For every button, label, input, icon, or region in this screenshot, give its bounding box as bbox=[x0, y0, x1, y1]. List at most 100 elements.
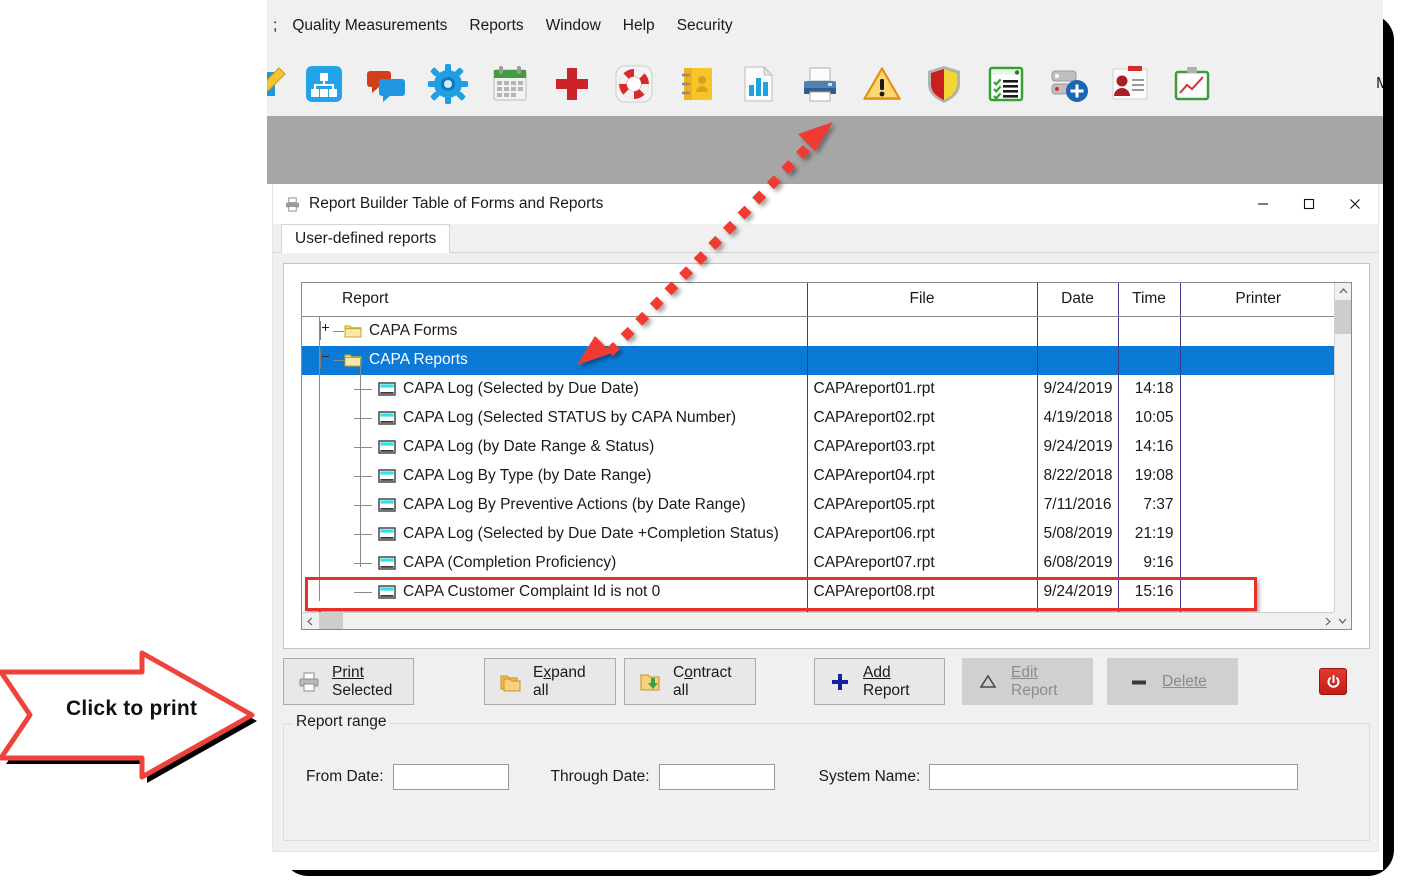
add-report-button[interactable]: Add Report bbox=[814, 658, 945, 705]
gear-icon[interactable] bbox=[417, 56, 479, 112]
lifebuoy-icon[interactable] bbox=[603, 56, 665, 112]
scroll-left-arrow[interactable] bbox=[302, 613, 319, 630]
table-header-row: Report File Date Time Printer bbox=[302, 283, 1336, 316]
toolbar-right-clipped-label: M bbox=[1376, 75, 1383, 93]
dialog-title-bar[interactable]: Report Builder Table of Forms and Report… bbox=[273, 184, 1378, 224]
cell-file bbox=[807, 346, 1037, 375]
contract-all-line2: all bbox=[673, 682, 689, 699]
system-name-input[interactable] bbox=[929, 764, 1298, 790]
cell-date bbox=[1037, 316, 1118, 346]
scroll-up-arrow[interactable] bbox=[1335, 283, 1352, 300]
menu-item-security[interactable]: Security bbox=[666, 15, 744, 37]
column-header-file[interactable]: File bbox=[807, 283, 1037, 316]
print-selected-line1: Print bbox=[332, 664, 364, 681]
cell-time: 15:16 bbox=[1118, 578, 1180, 607]
menu-item-window[interactable]: Window bbox=[535, 15, 612, 37]
close-button[interactable] bbox=[1332, 184, 1378, 224]
table-row[interactable]: CAPA Log By Preventive Actions (by Date … bbox=[302, 491, 1336, 520]
table-row[interactable]: CAPA Customer Complaint Id is not 0CAPAr… bbox=[302, 578, 1336, 607]
add-report-line1: Add bbox=[863, 664, 891, 681]
cell-report: CAPA Log By Preventive Actions (by Date … bbox=[302, 491, 807, 520]
menu-item-quality-measurements[interactable]: Quality Measurements bbox=[281, 15, 458, 37]
menu-item-reports[interactable]: Reports bbox=[458, 15, 534, 37]
table-row[interactable]: CAPA Log (by Date Range & Status)CAPArep… bbox=[302, 433, 1336, 462]
cell-date: 4/19/2018 bbox=[1037, 404, 1118, 433]
edit-report-button[interactable]: Edit Report bbox=[962, 658, 1093, 705]
from-date-input[interactable] bbox=[393, 764, 509, 790]
edit-pencil-icon[interactable] bbox=[267, 56, 293, 112]
column-header-date[interactable]: Date bbox=[1037, 283, 1118, 316]
cell-report: CAPA Log (by Date Range & Status) bbox=[302, 433, 807, 462]
scroll-down-arrow[interactable] bbox=[1334, 612, 1351, 629]
reports-grid-panel: Report File Date Time Printer CAPA Forms… bbox=[283, 263, 1370, 649]
notebook-contacts-icon[interactable] bbox=[665, 56, 727, 112]
cell-file: CAPAreport06.rpt bbox=[807, 520, 1037, 549]
trend-clipboard-icon[interactable] bbox=[1161, 56, 1223, 112]
delete-button[interactable]: Delete bbox=[1107, 658, 1238, 705]
cell-date bbox=[1037, 346, 1118, 375]
table-row[interactable]: CAPA Log (Selected STATUS by CAPA Number… bbox=[302, 404, 1336, 433]
tree-trunk-line bbox=[319, 316, 320, 601]
calendar-icon[interactable] bbox=[479, 56, 541, 112]
triangle-icon bbox=[975, 672, 1001, 692]
cell-report: CAPA Customer Complaint Id is not 0 bbox=[302, 578, 807, 607]
warning-triangle-icon[interactable] bbox=[851, 56, 913, 112]
column-header-report[interactable]: Report bbox=[302, 283, 807, 316]
print-selected-button[interactable]: Print Selected bbox=[283, 658, 414, 705]
cell-file: CAPAreport02.rpt bbox=[807, 404, 1037, 433]
column-header-printer[interactable]: Printer bbox=[1180, 283, 1336, 316]
tab-user-defined-reports[interactable]: User-defined reports bbox=[281, 224, 450, 253]
contract-all-button[interactable]: Contract all bbox=[624, 658, 756, 705]
cell-report: CAPA (Completion Proficiency) bbox=[302, 549, 807, 578]
org-chart-icon[interactable] bbox=[293, 56, 355, 112]
row-label: CAPA Log By Type (by Date Range) bbox=[403, 467, 651, 485]
table-row[interactable]: CAPA Log (Selected by Due Date)CAPArepor… bbox=[302, 375, 1336, 404]
cell-report: CAPA Reports bbox=[302, 346, 807, 375]
menu-item-clipped[interactable]: ; bbox=[271, 15, 281, 37]
table-row[interactable]: CAPA Forms bbox=[302, 316, 1336, 346]
table-row[interactable]: CAPA Log (Selected by Due Date +Completi… bbox=[302, 520, 1336, 549]
bar-chart-document-icon[interactable] bbox=[727, 56, 789, 112]
table-row[interactable]: CAPA (Completion Proficiency)CAPAreport0… bbox=[302, 549, 1336, 578]
shield-icon[interactable] bbox=[913, 56, 975, 112]
folder-icon bbox=[344, 324, 362, 338]
add-report-line2: Report bbox=[863, 682, 910, 699]
cell-file: CAPAreport01.rpt bbox=[807, 375, 1037, 404]
folders-open-icon bbox=[497, 671, 523, 693]
cell-printer bbox=[1180, 491, 1336, 520]
vertical-scroll-thumb[interactable] bbox=[1335, 300, 1352, 334]
add-plus-icon[interactable] bbox=[541, 56, 603, 112]
contract-all-accel: o bbox=[684, 664, 693, 681]
column-header-time[interactable]: Time bbox=[1118, 283, 1180, 316]
chat-bubbles-icon[interactable] bbox=[355, 56, 417, 112]
user-card-icon[interactable] bbox=[1099, 56, 1161, 112]
folder-collapse-icon bbox=[637, 671, 663, 693]
checklist-icon[interactable] bbox=[975, 56, 1037, 112]
table-row[interactable]: CAPA Log By Type (by Date Range)CAPArepo… bbox=[302, 462, 1336, 491]
cell-printer bbox=[1180, 462, 1336, 491]
row-label: CAPA (Completion Proficiency) bbox=[403, 554, 616, 572]
database-add-icon[interactable] bbox=[1037, 56, 1099, 112]
menu-item-help[interactable]: Help bbox=[612, 15, 666, 37]
expand-all-line2: all bbox=[533, 682, 549, 699]
power-icon[interactable] bbox=[1319, 668, 1347, 695]
horizontal-scroll-thumb[interactable] bbox=[319, 613, 343, 630]
cell-time: 9:16 bbox=[1118, 549, 1180, 578]
horizontal-scrollbar[interactable] bbox=[302, 612, 1336, 629]
report-icon bbox=[378, 585, 396, 599]
maximize-button[interactable] bbox=[1286, 184, 1332, 224]
expand-all-button[interactable]: Expand all bbox=[484, 658, 616, 705]
minimize-button[interactable] bbox=[1240, 184, 1286, 224]
cell-date: 8/22/2018 bbox=[1037, 462, 1118, 491]
print-selected-line2: Selected bbox=[332, 682, 392, 699]
minus-icon bbox=[1126, 672, 1152, 692]
table-row[interactable]: CAPA Reports bbox=[302, 346, 1336, 375]
through-date-input[interactable] bbox=[659, 764, 775, 790]
printer-icon[interactable] bbox=[789, 56, 851, 112]
add-report-label: Add Report bbox=[863, 664, 910, 699]
vertical-scrollbar[interactable] bbox=[1334, 283, 1351, 630]
delete-line1: Delete bbox=[1162, 673, 1207, 690]
expand-all-label: Expand all bbox=[533, 664, 586, 699]
cell-date: 9/24/2019 bbox=[1037, 578, 1118, 607]
reports-grid[interactable]: Report File Date Time Printer CAPA Forms… bbox=[301, 282, 1352, 630]
